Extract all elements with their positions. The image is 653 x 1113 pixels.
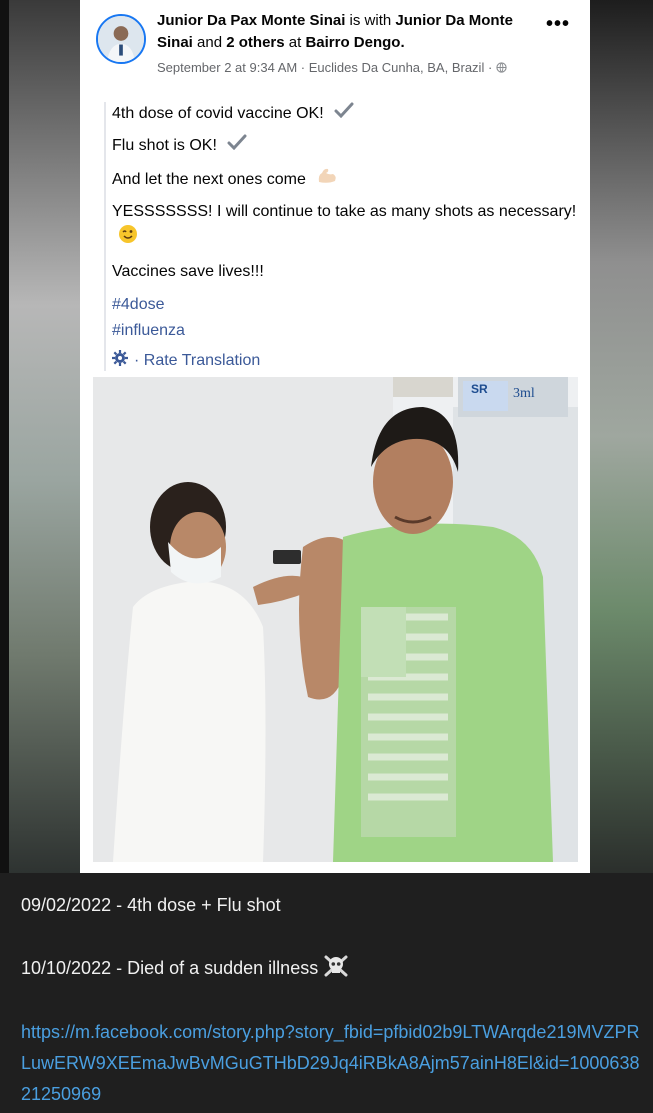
with-text: is with bbox=[349, 12, 392, 29]
rate-translation-label: · Rate Translation bbox=[134, 351, 261, 369]
post-line-3: And let the next ones come bbox=[112, 166, 584, 192]
winking-face-icon bbox=[118, 224, 138, 252]
tagged-others[interactable]: 2 others bbox=[226, 34, 284, 51]
photo-label-sr: SR bbox=[471, 382, 488, 396]
rate-translation[interactable]: · Rate Translation bbox=[112, 350, 584, 371]
story-link[interactable]: https://m.facebook.com/story.php?story_f… bbox=[21, 1017, 641, 1110]
post-text: And let the next ones come bbox=[112, 171, 306, 188]
background-right bbox=[590, 0, 653, 873]
place-name[interactable]: Bairro Dengo. bbox=[305, 34, 404, 51]
caption-line-2: 10/10/2022 - Died of a sudden illness bbox=[21, 954, 641, 982]
hashtag-link[interactable]: #influenza bbox=[112, 318, 584, 344]
post-text: 4th dose of covid vaccine OK! bbox=[112, 105, 324, 122]
gear-icon bbox=[112, 350, 128, 371]
post-photo[interactable]: SR 3ml bbox=[93, 377, 578, 862]
more-options-button[interactable]: ••• bbox=[546, 14, 570, 34]
globe-icon bbox=[496, 60, 507, 75]
at-text: at bbox=[288, 34, 302, 51]
post-timestamp[interactable]: September 2 at 9:34 AM · Euclides Da Cun… bbox=[157, 60, 492, 75]
photo-label-3ml: 3ml bbox=[513, 386, 535, 401]
check-mark-icon bbox=[227, 134, 247, 158]
background-left bbox=[0, 0, 80, 873]
post-author-line: Junior Da Pax Monte Sinai is with Junior… bbox=[157, 10, 537, 54]
flexed-biceps-icon bbox=[316, 166, 338, 192]
post-line-2: Flu shot is OK! bbox=[112, 134, 584, 158]
avatar[interactable] bbox=[96, 14, 146, 64]
caption-line-1: 09/02/2022 - 4th dose + Flu shot bbox=[21, 895, 281, 915]
and-text: and bbox=[197, 34, 223, 51]
post-text: Flu shot is OK! bbox=[112, 137, 217, 154]
post-header: Junior Da Pax Monte Sinai is with Junior… bbox=[94, 8, 574, 96]
caption-block: 09/02/2022 - 4th dose + Flu shot 10/10/2… bbox=[21, 891, 641, 1110]
post-body: 4th dose of covid vaccine OK! Flu shot i… bbox=[104, 102, 584, 371]
post-line-5: Vaccines save lives!!! bbox=[112, 263, 264, 280]
post-text: YESSSSSSS! I will continue to take as ma… bbox=[112, 203, 577, 220]
hashtag-link[interactable]: #4dose bbox=[112, 292, 584, 318]
vaccination-photo: SR 3ml bbox=[93, 377, 578, 862]
avatar-photo bbox=[98, 16, 144, 62]
skull-crossbones-icon bbox=[323, 955, 349, 978]
check-mark-icon bbox=[334, 102, 354, 126]
facebook-post-card: Junior Da Pax Monte Sinai is with Junior… bbox=[80, 0, 590, 873]
post-line-1: 4th dose of covid vaccine OK! bbox=[112, 102, 584, 126]
caption-text: 10/10/2022 - Died of a sudden illness bbox=[21, 958, 319, 978]
left-edge-strip bbox=[0, 0, 9, 873]
post-line-4: YESSSSSSS! I will continue to take as ma… bbox=[112, 200, 584, 252]
post-meta: September 2 at 9:34 AM · Euclides Da Cun… bbox=[157, 58, 517, 78]
author-name[interactable]: Junior Da Pax Monte Sinai bbox=[157, 12, 345, 29]
